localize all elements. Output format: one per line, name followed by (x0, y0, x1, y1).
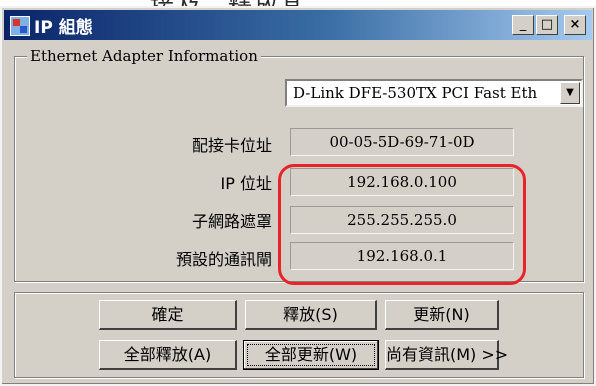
ok-button[interactable]: 確定 (99, 300, 237, 330)
network-app-icon (10, 16, 30, 36)
renew-button[interactable]: 更新(N) (385, 300, 499, 330)
adapter-select-value: D-Link DFE-530TX PCI Fast Eth (293, 84, 538, 102)
ip-config-window: IP 組態 _ □ × Ethernet Adapter Information… (0, 6, 596, 386)
subnet-mask-label: 子網路遮罩 (191, 212, 272, 231)
chevron-down-icon[interactable]: ▼ (560, 82, 580, 104)
release-button[interactable]: 釋放(S) (245, 300, 377, 330)
renew-all-button[interactable]: 全部更新(W) (243, 340, 379, 370)
release-all-button[interactable]: 全部釋放(A) (99, 340, 237, 370)
adapter-address-label: 配接卡位址 (191, 136, 272, 155)
window-title: IP 組態 (34, 18, 93, 38)
adapter-select[interactable]: D-Link DFE-530TX PCI Fast Eth ▼ (285, 79, 583, 107)
minimize-button[interactable]: _ (512, 15, 534, 35)
highlight-annotation (278, 164, 526, 285)
default-gateway-label: 預設的通訊閘 (175, 250, 272, 269)
title-bar[interactable]: IP 組態 _ □ × (4, 10, 592, 40)
more-info-button[interactable]: 尚有資訊(M) >> (385, 340, 508, 370)
ip-address-label: IP 位址 (220, 174, 272, 193)
group-legend: Ethernet Adapter Information (27, 47, 261, 65)
close-button[interactable]: × (564, 15, 586, 35)
adapter-address-value: 00-05-5D-69-71-0D (290, 128, 514, 156)
maximize-button[interactable]: □ (536, 15, 558, 35)
